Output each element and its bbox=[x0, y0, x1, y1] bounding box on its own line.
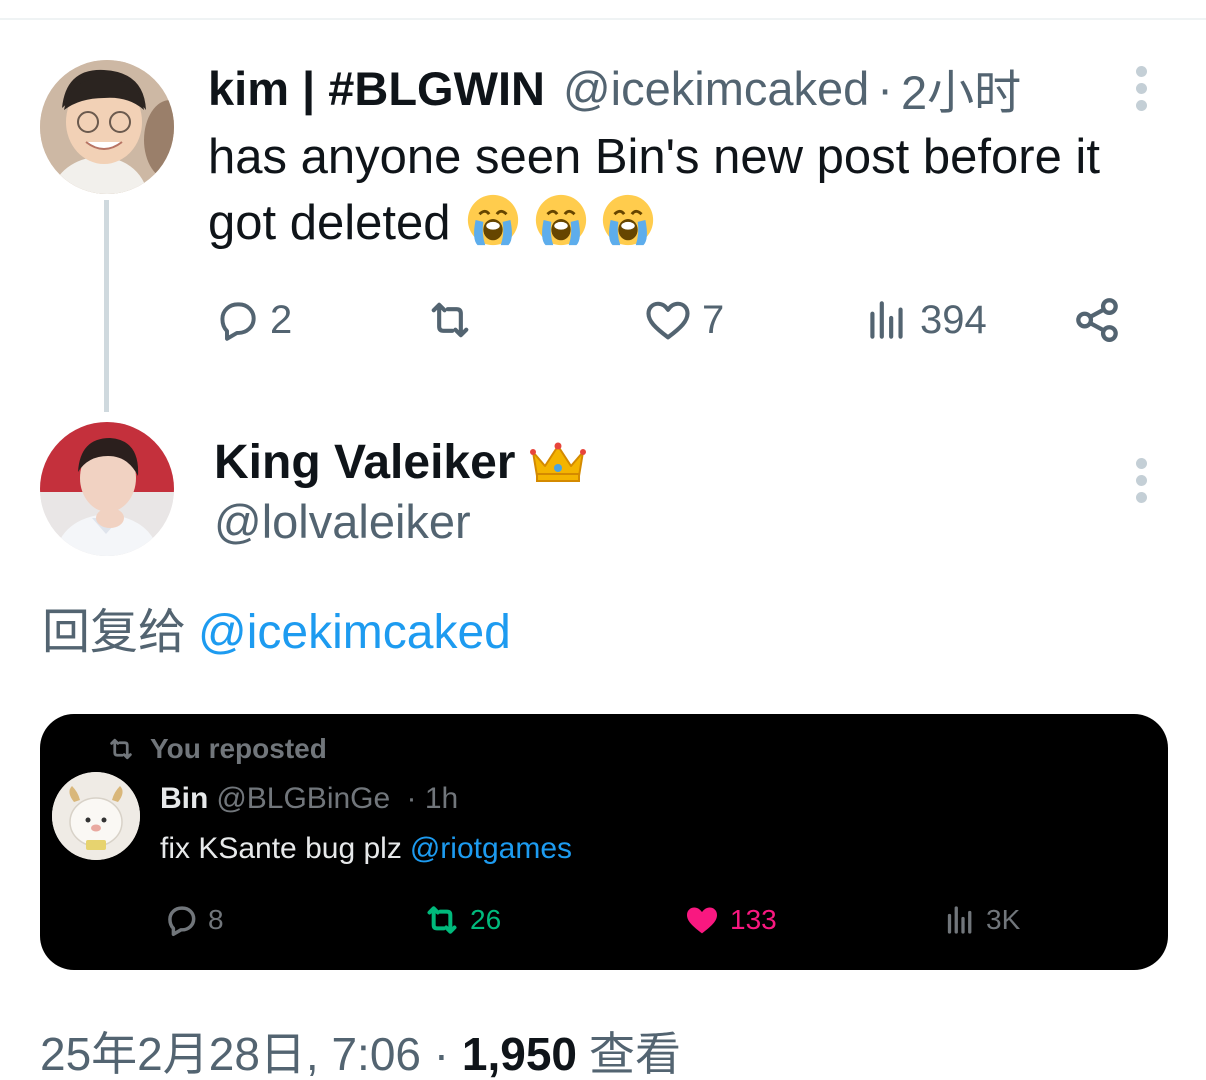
reply-author-row: King Valeiker bbox=[214, 432, 587, 492]
like-button[interactable]: 7 bbox=[642, 290, 724, 350]
display-name[interactable]: kim | #BLGWIN bbox=[208, 61, 545, 116]
view-count: 3K bbox=[986, 904, 1021, 935]
timestamp: · 1h bbox=[406, 782, 459, 815]
top-divider bbox=[0, 18, 1206, 20]
more-options-icon[interactable] bbox=[1134, 66, 1148, 111]
replying-to: 回复给 @icekimcaked bbox=[42, 592, 511, 662]
timestamp[interactable]: 2小时 bbox=[901, 54, 1021, 123]
reply-icon bbox=[220, 302, 256, 341]
thread-line bbox=[104, 200, 109, 412]
tweet-text-line: got deleted bbox=[208, 196, 451, 250]
replying-to-mention[interactable]: @icekimcaked bbox=[198, 606, 511, 659]
like-count: 133 bbox=[730, 904, 777, 935]
display-name: Bin bbox=[160, 782, 209, 815]
mention-link: @riotgames bbox=[409, 832, 573, 865]
retweet-button[interactable] bbox=[424, 290, 476, 350]
parent-tweet-header: kim | #BLGWIN @icekimcaked · 2小时 bbox=[208, 60, 1021, 119]
analytics-icon bbox=[947, 906, 972, 934]
reply-icon bbox=[168, 906, 196, 936]
crying-face-icon bbox=[603, 194, 654, 246]
embedded-tweet-card[interactable]: You reposted Bin @BLGBinGe · 1h fix KSant… bbox=[40, 714, 1168, 970]
crying-face-icon bbox=[467, 194, 519, 246]
share-icon bbox=[1076, 298, 1118, 342]
reply-stat: 8 bbox=[162, 900, 224, 940]
user-handle[interactable]: @icekimcaked bbox=[563, 61, 869, 116]
reply-count: 8 bbox=[208, 904, 224, 935]
avatar[interactable] bbox=[40, 60, 174, 194]
tweet-actions: 2 7 394 bbox=[212, 290, 1132, 350]
tweet-meta-footer: 25年2月28日, 7:06 · 1,950 查看 bbox=[40, 1018, 681, 1080]
total-views: 1,950 bbox=[461, 1028, 578, 1080]
embedded-tweet-header: Bin @BLGBinGe · 1h bbox=[160, 782, 458, 816]
crown-icon bbox=[530, 442, 587, 482]
retweet-icon bbox=[110, 738, 132, 760]
share-button[interactable] bbox=[1070, 290, 1124, 350]
views-button[interactable]: 394 bbox=[862, 290, 987, 350]
views-stat: 3K bbox=[942, 900, 1020, 940]
views-label: 查看 bbox=[589, 1028, 682, 1080]
post-datetime[interactable]: 25年2月28日, 7:06 · bbox=[40, 1028, 462, 1080]
repost-indicator: You reposted bbox=[106, 732, 327, 766]
more-options-icon[interactable] bbox=[1134, 458, 1148, 503]
reply-count: 2 bbox=[270, 297, 293, 342]
retweet-icon bbox=[431, 302, 469, 338]
view-count: 394 bbox=[920, 297, 987, 342]
repost-label: You reposted bbox=[150, 733, 327, 764]
like-count: 7 bbox=[702, 297, 725, 342]
tweet-text-body: fix KSante bug plz bbox=[160, 832, 402, 865]
reply-button[interactable]: 2 bbox=[212, 290, 292, 350]
user-handle: @BLGBinGe bbox=[216, 782, 391, 815]
like-stat: 133 bbox=[682, 900, 777, 940]
display-name[interactable]: King Valeiker bbox=[214, 435, 515, 490]
retweet-count: 26 bbox=[470, 904, 502, 935]
tweet-text: has anyone seen Bin's new post before it… bbox=[208, 124, 1188, 256]
retweet-icon bbox=[427, 906, 457, 934]
tweet-text-line: has anyone seen Bin's new post before it bbox=[208, 130, 1100, 184]
separator-dot: · bbox=[877, 61, 893, 115]
heart-icon bbox=[687, 907, 717, 934]
user-handle[interactable]: @lolvaleiker bbox=[214, 494, 471, 549]
heart-icon bbox=[646, 301, 690, 340]
avatar[interactable] bbox=[40, 422, 174, 556]
tweet-text: fix KSante bug plz @riotgames bbox=[160, 832, 572, 866]
crying-face-icon bbox=[535, 194, 586, 246]
analytics-icon bbox=[870, 301, 903, 339]
avatar[interactable] bbox=[52, 772, 140, 860]
tweet-text-line-2: got deleted bbox=[208, 190, 1188, 256]
retweet-stat: 26 bbox=[422, 900, 501, 940]
replying-to-label: 回复给 bbox=[42, 606, 187, 659]
